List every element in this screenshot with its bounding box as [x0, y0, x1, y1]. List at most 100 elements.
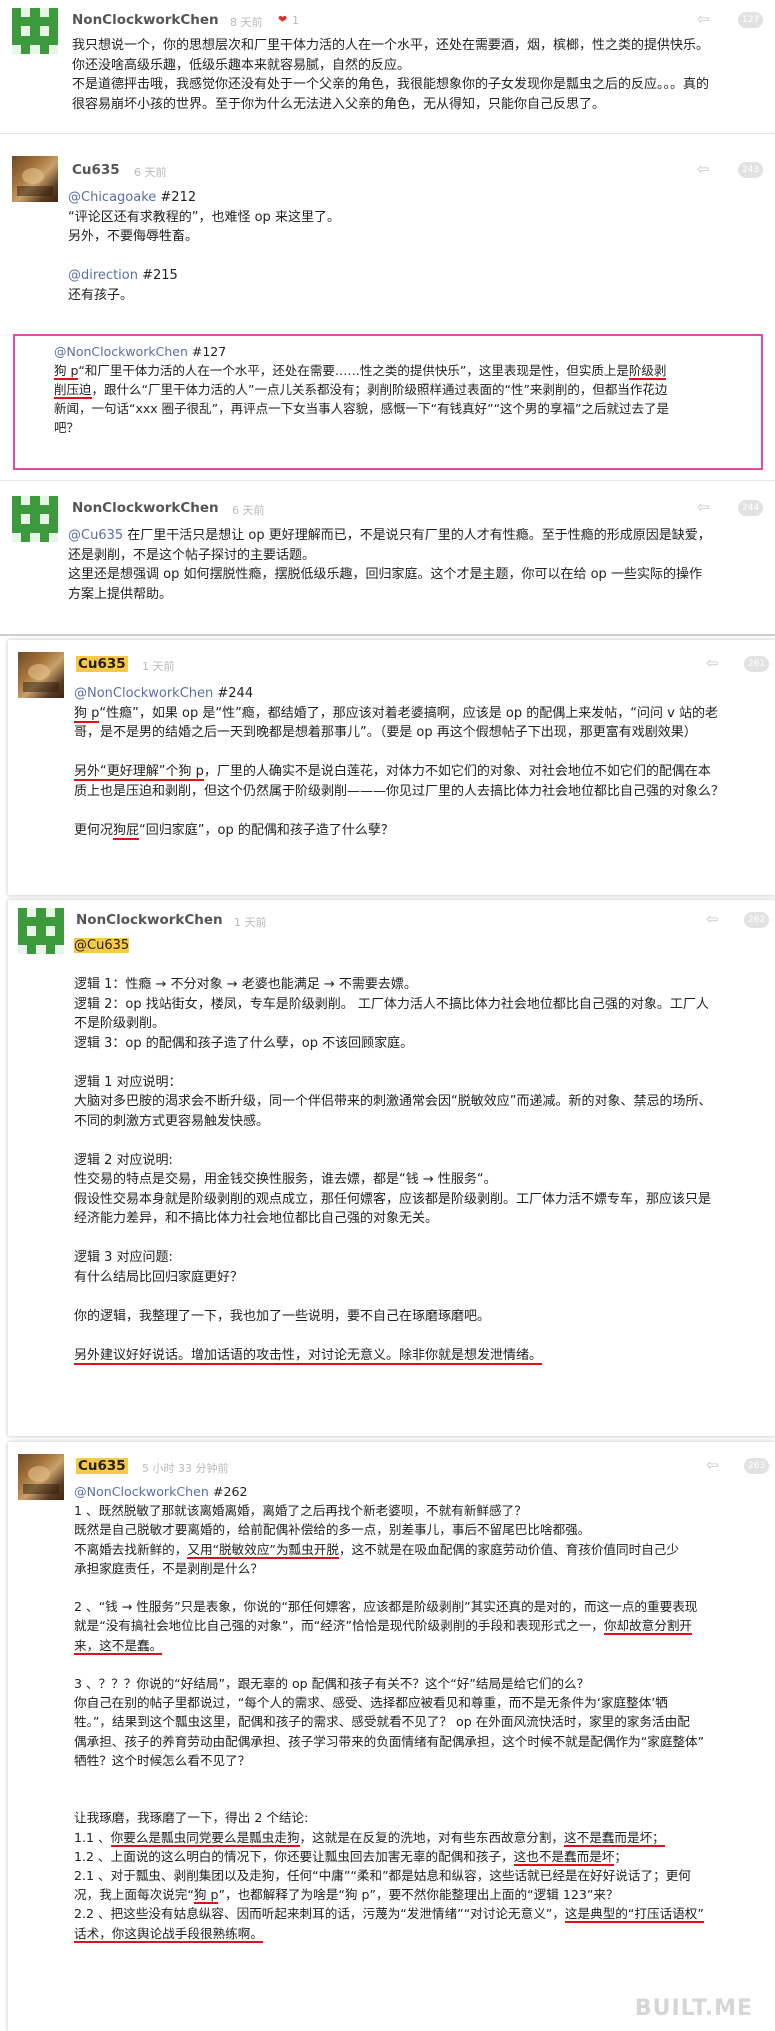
text-line: 不是阶级剥削。 [74, 1016, 166, 1031]
post-content: @Chicagoake #212 “评论区还有求教程的”，也难怪 op 来这里了… [68, 188, 768, 305]
text-line: 哥，是不是男的结婚之后一天到晚都是想着那事儿”。（要是 op 再这个假想帖子下出… [74, 725, 697, 740]
avatar[interactable] [12, 8, 58, 54]
reply-post-263: Cu635 5 小时 33 分钟前 ⇦ 263 @NonClockworkChe… [8, 1442, 775, 2031]
floor-number-badge: 263 [744, 1458, 770, 1474]
floor-number-badge: 262 [744, 912, 770, 928]
mention-link[interactable]: @NonClockworkChen [74, 686, 213, 701]
text-line: 我只想说一个，你的思想层次和厂里干体力活的人在一个水平，还处在需要酒，烟，槟榔，… [72, 38, 710, 53]
text-line: 你还没啥高级乐趣，低级乐趣本来就容易腻，自然的反应。 [72, 57, 411, 73]
heart-icon: ❤ [278, 13, 288, 26]
text-span: ”，也都解释了为啥是“狗 p”，要不然你能整理出上面的“逻辑 123”来？ [218, 1887, 619, 1903]
post-content: @Cu635 在厂里干活只是想让 op 更好理解而已，不是说只有厂里的人才有性瘾… [68, 526, 768, 604]
text-line: 让我琢磨，我琢磨了一下，得出 2 个结论: [74, 1810, 309, 1826]
text-line: 来，这不是蠢。 [74, 1636, 770, 1655]
avatar[interactable] [12, 496, 58, 542]
underlined-text: 你却故意分割开 [603, 1618, 693, 1636]
reply-arrow-icon[interactable]: ⇦ [706, 1458, 728, 1473]
underlined-text: 来，这不是蠢。 [74, 1637, 163, 1655]
text-line: 况，我上面每次说完“狗 p”，也都解释了为啥是“狗 p”，要不然你能整理出上面的… [74, 1885, 770, 1905]
text-span: 1.1 、 [74, 1829, 111, 1845]
text-line: 你自己在别的帖子里都说过，“每个人的需求、感受、选择都应被看见和尊重，而不是无条… [74, 1695, 668, 1711]
reply-arrow-icon[interactable]: ⇦ [697, 500, 719, 515]
post-time: 1 天前 [234, 916, 267, 929]
text-line: @Chicagoake #212 [68, 188, 768, 208]
reply-arrow-icon[interactable]: ⇦ [697, 12, 719, 27]
username[interactable]: NonClockworkChen [76, 912, 223, 928]
underlined-text: 狗 p [54, 363, 79, 380]
reply-post-244: NonClockworkChen 6 天前 ⇦ 244 @Cu635 在厂里干活… [0, 482, 775, 632]
text-line: 很容易崩坏小孩的世界。至于你为什么无法进入父亲的角色，无从得知，只能你自己反思了… [72, 96, 606, 112]
text-line: 质上也是压迫和剥削，但这个仍然属于阶级剥削———你见过厂里的人去搞比体力社会地位… [74, 783, 725, 799]
text-line: 承担家庭责任，不是剥削是什么？ [74, 1560, 263, 1576]
underlined-text: 阶级剥 [628, 363, 667, 380]
mention-link[interactable]: @Cu635 [68, 528, 123, 543]
text-line: 狗 p“性瘾”，如果 op 是“性”瘾，都结婚了，那应该对着老婆搞啊，应该是 o… [74, 704, 768, 724]
text-line: 1.1 、你要么是瓢虫同党要么是瓢虫走狗，这就是在反复的洗地，对有些东西故意分割… [74, 1828, 770, 1847]
text-line: 逻辑 3 对应问题: [74, 1250, 173, 1265]
username[interactable]: Cu635 [72, 162, 120, 178]
avatar[interactable] [12, 156, 58, 202]
underlined-text: 这也不是蠢而是坏 [513, 1848, 615, 1866]
text-line: 新闻，一句话“xxx 圈子很乱”，再评点一下女当事人容貌，感慨一下“有钱真好”“… [54, 401, 670, 416]
underlined-text: 狗 p [74, 705, 100, 723]
text-line: 还有孩子。 [68, 287, 134, 303]
text-line: @Cu635 在厂里干活只是想让 op 更好理解而已，不是说只有厂里的人才有性瘾… [68, 526, 768, 546]
text-line: 逻辑 2：op 找站街女，楼凤，专车是阶级剥削。 工厂体力活人不搞比体力社会地位… [74, 996, 709, 1012]
avatar[interactable] [18, 1454, 64, 1500]
mention-link[interactable]: @direction [68, 268, 138, 283]
reply-arrow-icon[interactable]: ⇦ [697, 162, 719, 177]
text-span: ，跟什么“厂里干体力活的人”一点儿关系都没有；剥削阶级照样通过表面的“性”来剥削… [91, 382, 668, 397]
text-line: 1.2 、上面说的这么明白的情况下，你还要让瓢虫回去加害无辜的配偶和孩子，这也不… [74, 1847, 770, 1866]
underlined-text: 又用“脱敏效应”为瓢虫开脱 [187, 1541, 339, 1559]
username[interactable]: NonClockworkChen [72, 500, 219, 516]
text-line: 你的逻辑，我整理了一下，我也加了一些说明，要不自己在琢磨琢磨吧。 [74, 1308, 491, 1324]
text-line: 还是剥削，不是这个帖子探讨的主要话题。 [68, 547, 316, 563]
username[interactable]: Cu635 [76, 1458, 128, 1474]
floor-number-badge: 261 [744, 656, 770, 672]
text-span: “和厂里干体力活的人在一个水平，还处在需要……性之类的提供快乐”，这里表现是性，… [78, 363, 629, 378]
text-line: 逻辑 1 对应说明： [74, 1074, 182, 1090]
text-line: 就是“没有搞社会地位比自己强的对象”，而“经济”恰恰是现代阶级剥削的手段和表现形… [74, 1616, 770, 1636]
text-line: 牲。”，结果到这个瓢虫这里，配偶和孩子的需求、感受就看不见了？ op 在外面风流… [74, 1714, 690, 1730]
mention-link[interactable]: @Cu635 [74, 938, 130, 953]
reply-arrow-icon[interactable]: ⇦ [706, 656, 728, 671]
post-time: 8 天前 [230, 16, 263, 29]
divider [0, 634, 775, 636]
mention-link[interactable]: @Chicagoake [68, 190, 156, 205]
text-line: 逻辑 3：op 的配偶和孩子造了什么孽，op 不该回顾家庭。 [74, 1035, 414, 1051]
text-line: 方案上提供帮助。 [68, 586, 173, 602]
text-line: 话术，你这舆论战手段很熟练啊。 [74, 1924, 770, 1943]
text-span: “回归家庭”，op 的配偶和孩子造了什么孽？ [139, 822, 394, 838]
text-line: @direction #215 [68, 266, 768, 286]
mention-link[interactable]: @NonClockworkChen [74, 1484, 209, 1499]
underlined-text: 狗屁 [113, 822, 140, 840]
text-line: 大脑对多巴胺的渴求会不断升级，同一个伴侣带来的刺激通常会因“脱敏效应”而递减。新… [74, 1094, 712, 1109]
reply-arrow-icon[interactable]: ⇦ [706, 912, 728, 927]
username[interactable]: NonClockworkChen [72, 12, 219, 28]
reply-post-127: NonClockworkChen 8 天前 ❤ 1 ⇦ 127 我只想说一个，你… [0, 0, 775, 133]
text-line: 这里还是想强调 op 如何摆脱性瘾，摆脱低级乐趣，回归家庭。这个才是主题，你可以… [68, 567, 702, 582]
text-line: @Cu635 [74, 936, 768, 956]
mention-link[interactable]: @NonClockworkChen [54, 344, 188, 359]
text-line: 牺牲？这个时候怎么看不见了？ [74, 1752, 251, 1768]
avatar[interactable] [18, 908, 64, 954]
post-time: 6 天前 [134, 166, 167, 179]
username[interactable]: Cu635 [76, 656, 128, 672]
text-line: 另外，不要侮辱牲畜。 [68, 229, 199, 244]
reply-post-243: Cu635 6 天前 ⇦ 243 @Chicagoake #212 “评论区还有… [0, 134, 775, 478]
text-line: 吧？ [54, 420, 80, 435]
floor-ref: #244 [213, 686, 254, 701]
text-line: 偶承担、孩子的养育劳动由配偶承担、孩子学习带来的负面情绪有配偶承担，这个时候不就… [74, 1733, 705, 1749]
avatar[interactable] [18, 652, 64, 698]
page: NonClockworkChen 8 天前 ❤ 1 ⇦ 127 我只想说一个，你… [0, 0, 775, 2031]
floor-ref: #262 [208, 1484, 248, 1499]
text-line: 更何况狗屁“回归家庭”，op 的配偶和孩子造了什么孽？ [74, 821, 768, 841]
